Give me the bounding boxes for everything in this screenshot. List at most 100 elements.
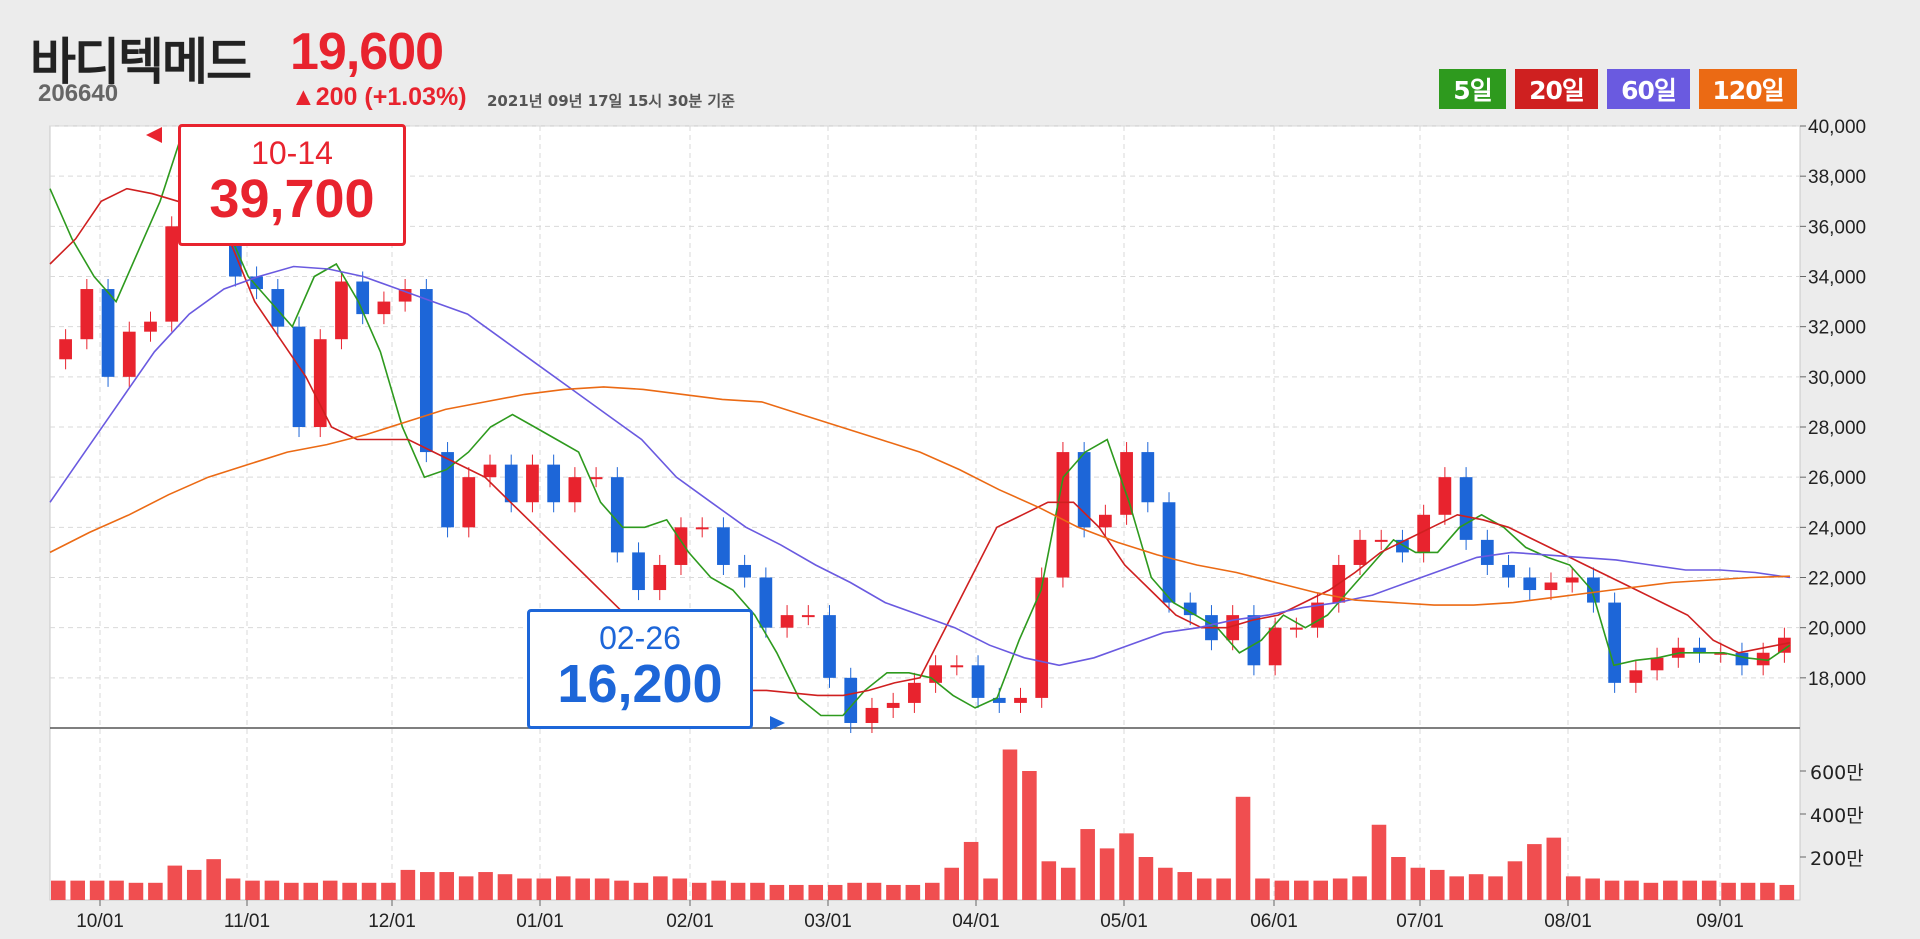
- candle: [823, 615, 836, 678]
- price-tick-label: 38,000: [1808, 167, 1866, 188]
- volume-bar: [167, 865, 183, 900]
- volume-bar: [1643, 882, 1659, 900]
- candle: [1502, 564, 1515, 578]
- volume-bar: [633, 882, 649, 900]
- volume-bar: [1235, 796, 1251, 900]
- volume-bar: [342, 882, 357, 900]
- candle: [165, 226, 179, 322]
- price-tick-label: 28,000: [1808, 418, 1866, 439]
- volume-bar: [711, 880, 726, 900]
- volume-bar: [458, 876, 474, 900]
- volume-bar: [789, 884, 804, 900]
- candle: [504, 464, 518, 503]
- volume-bar: [303, 882, 319, 900]
- candle: [1735, 652, 1749, 666]
- candle: [886, 702, 900, 708]
- volume-bar: [730, 882, 746, 900]
- candle: [632, 552, 645, 591]
- x-tick-label: 04/01: [952, 911, 1000, 932]
- candle: [441, 452, 454, 528]
- volume-bar: [225, 878, 241, 900]
- candle: [1480, 539, 1494, 565]
- volume-bar: [186, 869, 202, 900]
- candle: [419, 289, 433, 453]
- volume-bar: [1294, 880, 1309, 900]
- volume-bar: [594, 878, 610, 900]
- volume-bar: [1119, 833, 1134, 900]
- candle: [1162, 502, 1176, 603]
- volume-bar: [1177, 872, 1193, 900]
- price-tick-label: 40,000: [1808, 117, 1866, 138]
- volume-bar: [1546, 837, 1562, 900]
- high-date: 10-14: [251, 135, 333, 171]
- volume-bar: [1002, 749, 1018, 900]
- volume-bar: [1624, 880, 1639, 900]
- volume-bar: [672, 878, 688, 900]
- volume-bar: [420, 872, 435, 900]
- volume-bar: [1158, 867, 1173, 900]
- volume-bar: [1255, 878, 1270, 900]
- volume-bar: [1507, 861, 1523, 900]
- volume-bar: [1663, 880, 1678, 900]
- volume-bar: [944, 867, 959, 900]
- volume-bar: [1760, 882, 1775, 900]
- candle: [1587, 577, 1600, 603]
- volume-bar: [1779, 884, 1795, 900]
- volume-bar: [148, 882, 163, 900]
- price-tick-label: 36,000: [1808, 217, 1866, 238]
- candle: [1459, 477, 1473, 540]
- candle: [335, 281, 348, 340]
- volume-bar: [983, 878, 998, 900]
- volume-bar: [128, 882, 144, 900]
- x-tick-label: 03/01: [804, 911, 852, 932]
- volume-bar: [1022, 771, 1037, 900]
- volume-bar: [245, 880, 260, 900]
- candle: [1099, 514, 1112, 528]
- volume-bar: [536, 878, 552, 900]
- volume-bar: [1488, 876, 1503, 900]
- volume-bar: [1196, 878, 1212, 900]
- volume-bar: [497, 874, 513, 900]
- low-price-callout: 02-26 16,200: [527, 609, 753, 729]
- volume-bar: [1274, 880, 1290, 900]
- candle: [1056, 452, 1070, 578]
- price-tick-label: 22,000: [1808, 569, 1866, 590]
- volume-bar: [1740, 882, 1756, 900]
- price-tick-label: 32,000: [1808, 318, 1866, 339]
- candle: [59, 339, 72, 360]
- low-value: 16,200: [557, 654, 723, 714]
- volume-bar: [1429, 869, 1445, 900]
- volume-bar: [1216, 878, 1231, 900]
- candle: [462, 477, 476, 528]
- candle: [1247, 615, 1261, 666]
- candle: [1014, 697, 1027, 703]
- volume-bar: [400, 869, 416, 900]
- volume-bar: [1352, 876, 1367, 900]
- volume-bar: [886, 884, 901, 900]
- candle: [1353, 539, 1367, 565]
- volume-bar: [206, 859, 221, 900]
- candle: [759, 577, 773, 628]
- volume-bar: [51, 880, 66, 900]
- volume-bar: [1585, 878, 1600, 900]
- candle: [483, 464, 497, 478]
- candle: [1268, 627, 1282, 666]
- candle: [568, 477, 582, 503]
- candle: [547, 464, 561, 503]
- volume-bar: [925, 882, 940, 900]
- candle: [738, 564, 751, 578]
- volume-bar: [1371, 824, 1387, 900]
- candle: [377, 301, 391, 315]
- volume-bar: [866, 882, 882, 900]
- candle: [1629, 670, 1643, 683]
- volume-bar: [439, 872, 455, 900]
- x-tick-label: 08/01: [1544, 911, 1592, 932]
- x-tick-label: 11/01: [224, 911, 270, 932]
- candle: [865, 707, 879, 723]
- volume-bar: [1701, 880, 1717, 900]
- volume-tick-label: 400만: [1810, 805, 1864, 827]
- x-tick-label: 07/01: [1396, 911, 1444, 932]
- candle: [1523, 577, 1537, 591]
- candle: [1693, 647, 1706, 653]
- low-date: 02-26: [599, 620, 681, 656]
